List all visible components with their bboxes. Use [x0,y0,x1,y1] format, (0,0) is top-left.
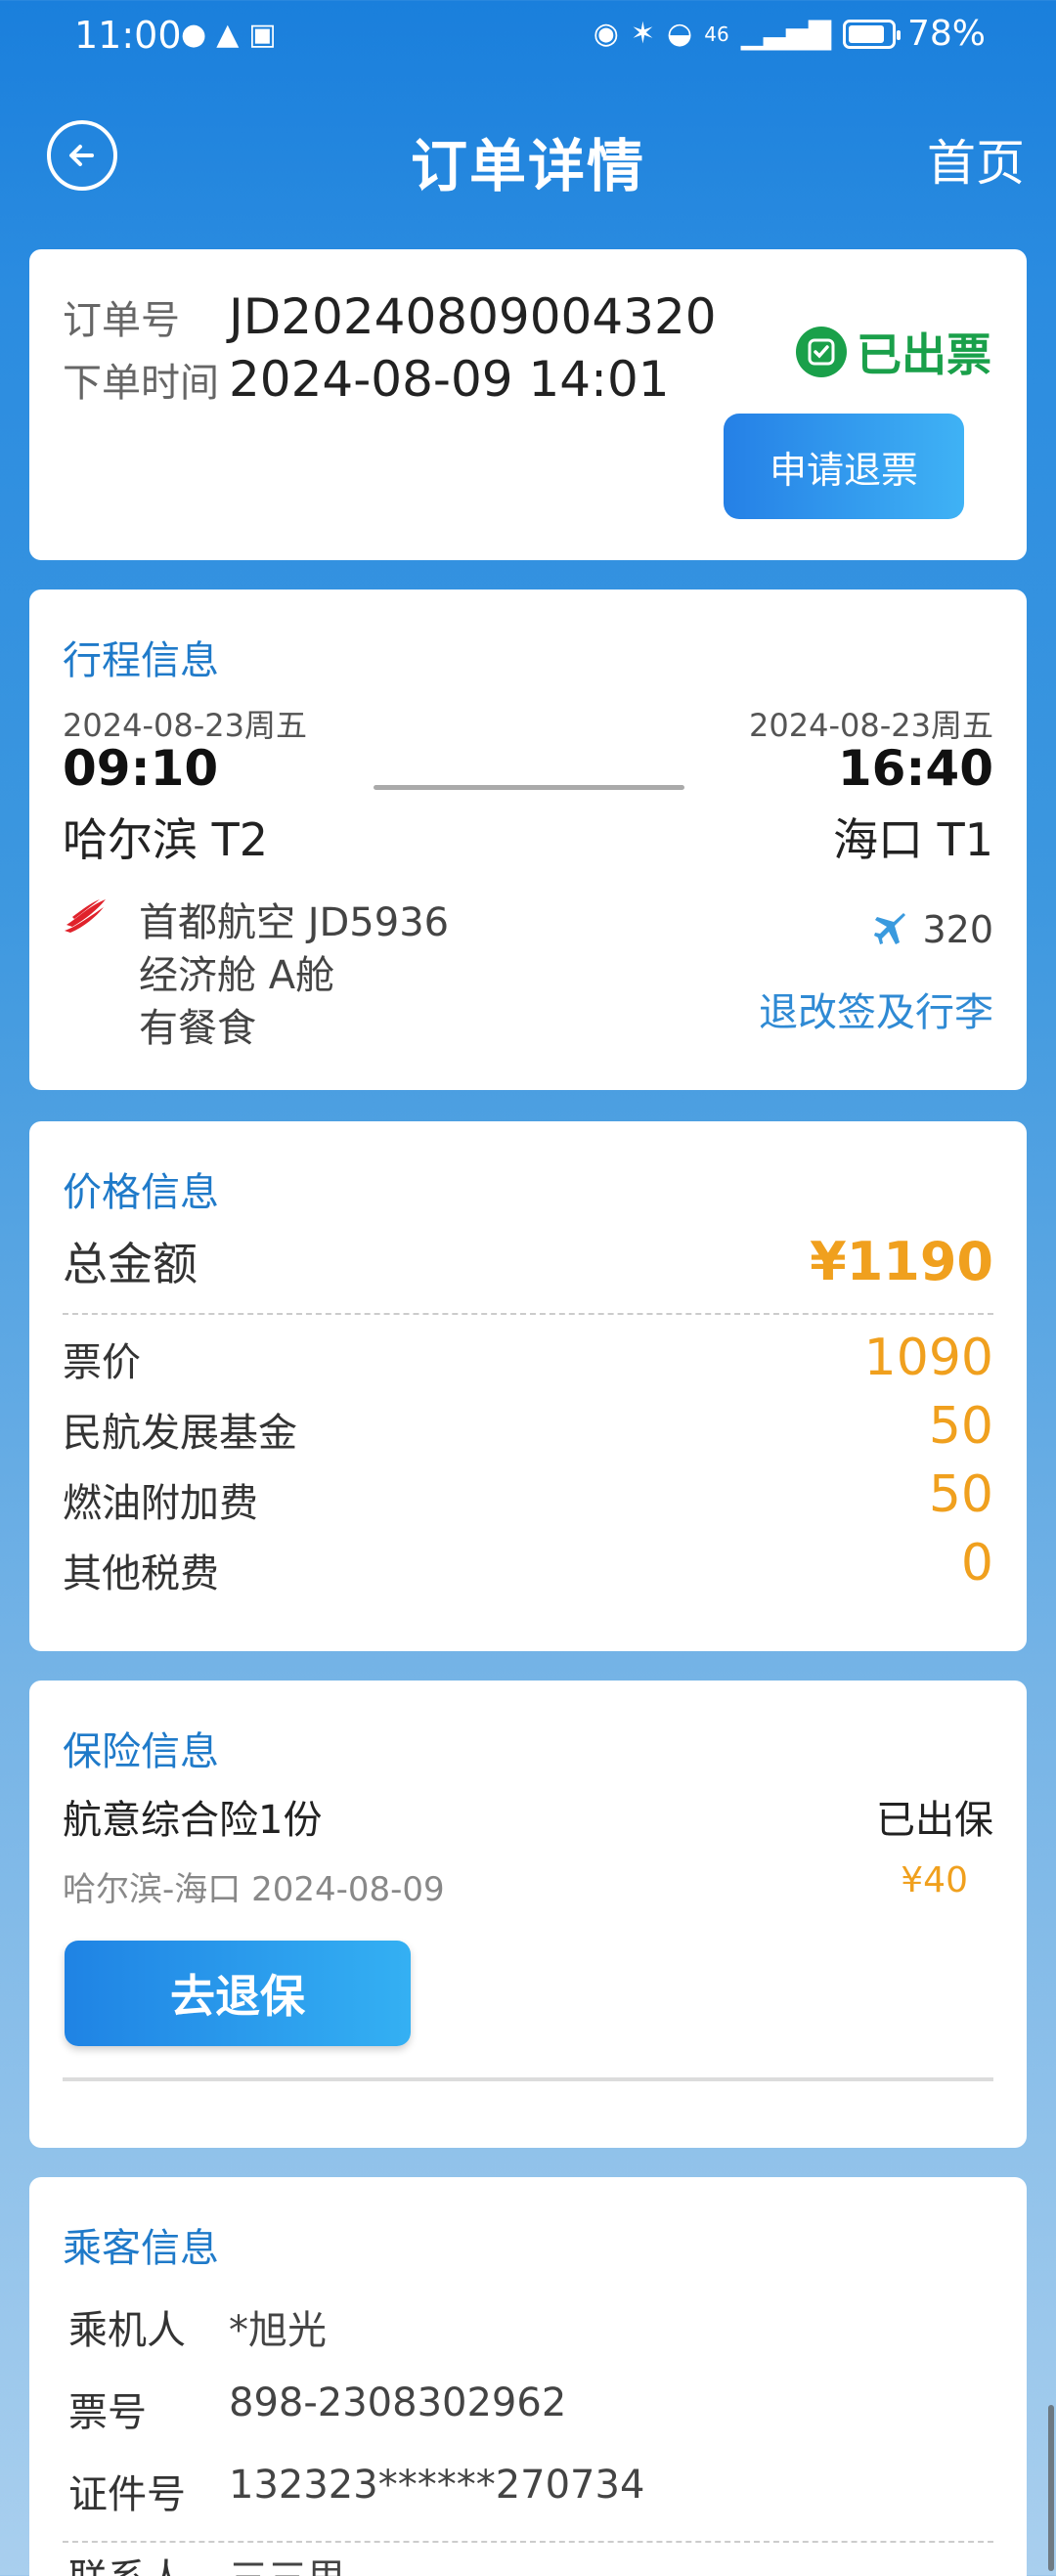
aircraft-type: 320 [873,908,993,951]
bluetooth-icon: ✶ [630,16,656,51]
price-item-value: 50 [928,1465,993,1524]
status-bar: 11:00 ● ▲ ▣ ◉ ✶ ◒ 46 ▁▃▅▇ 78% [0,0,1056,73]
wifi-icon: ◒ [667,16,693,51]
price-item-label: 民航发展基金 [63,1411,297,1456]
status-badge: 已出票 [857,328,991,381]
departure-time: 09:10 [63,740,219,797]
insurance-title: 保险信息 [63,1729,219,1774]
arrival-time: 16:40 [837,740,993,797]
order-card: 订单号 JD20240809004320 下单时间 2024-08-09 14:… [29,249,1027,560]
passenger-name: *旭光 [229,2308,327,2353]
meal-info: 有餐食 [139,1006,256,1051]
order-status: 已出票 [796,320,991,384]
cabin-class: 经济舱 A舱 [139,953,335,998]
scrollbar[interactable] [1048,2405,1054,2571]
message-icon: ● [181,18,207,52]
price-item-label: 其他税费 [63,1551,219,1596]
contact-label: 联系人 [68,2547,186,2576]
order-number-label: 订单号 [63,298,180,343]
price-item-value: 50 [928,1397,993,1456]
insurance-card: 保险信息 航意综合险1份 已出保 哈尔滨-海口 2024-08-09 ¥40 去… [29,1681,1027,2148]
check-ticket-icon [796,327,847,377]
price-card: 价格信息 总金额 ¥1190 票价 1090 民航发展基金 50 燃油附加费 5… [29,1121,1027,1651]
price-item-label: 票价 [63,1340,141,1385]
refund-change-baggage-link[interactable]: 退改签及行李 [759,981,993,1037]
id-number: 132323******270734 [229,2463,645,2508]
page-title: 订单详情 [410,133,645,199]
notification-icons: ● ▲ ▣ [181,18,277,53]
price-item-value: 0 [960,1534,993,1593]
passenger-card: 乘客信息 乘机人 *旭光 票号 898-2308302962 证件号 13232… [29,2177,1027,2576]
signal-icon: ▁▃▅▇ [740,16,831,51]
order-time-label: 下单时间 [63,361,219,406]
price-item-label: 燃油附加费 [63,1481,258,1526]
insurance-name: 航意综合险1份 [63,1798,323,1843]
route-line [374,785,684,790]
apply-refund-button[interactable]: 申请退票 [724,414,964,519]
total-amount: ¥1190 [810,1231,993,1292]
order-number-row: 订单号 JD20240809004320 [63,288,717,345]
insurance-divider [63,2077,993,2081]
order-time: 2024-08-09 14:01 [229,351,670,408]
passenger-label: 乘机人 [68,2308,186,2353]
aircraft-model: 320 [922,908,993,951]
nav-bar: 订单详情 首页 [0,73,1056,235]
airline-logo-icon [65,899,106,933]
network-icon: 46 [704,22,729,46]
airline-flight: 首都航空 JD5936 [139,900,450,945]
price-divider [63,1313,993,1315]
passenger-title: 乘客信息 [63,2226,219,2271]
cancel-insurance-button[interactable]: 去退保 [65,1941,411,2046]
home-link[interactable]: 首页 [927,124,1025,195]
battery-icon [842,19,901,49]
id-number-label: 证件号 [68,2472,186,2517]
total-label: 总金额 [63,1238,198,1290]
app-icon: ▣ [248,18,277,52]
passenger-divider [63,2541,993,2543]
insurance-price: ¥40 [901,1860,968,1900]
insurance-route: 哈尔滨-海口 2024-08-09 [63,1870,445,1909]
price-title: 价格信息 [63,1170,219,1215]
itinerary-title: 行程信息 [63,638,219,683]
battery-percent: 78% [906,14,986,54]
insurance-status: 已出保 [876,1798,993,1843]
airplane-icon [874,913,906,944]
ticket-number-label: 票号 [68,2390,147,2435]
price-item-value: 1090 [863,1329,993,1387]
contact-name: 三三思 [229,2547,346,2576]
eye-icon: ◉ [593,16,619,51]
system-icons: ◉ ✶ ◒ 46 ▁▃▅▇ 78% [594,14,986,54]
itinerary-card: 行程信息 2024-08-23周五 2024-08-23周五 09:10 16:… [29,589,1027,1090]
departure-airport: 哈尔滨 T2 [63,813,268,866]
ticket-number: 898-2308302962 [229,2380,567,2425]
qq-icon: ▲ [216,18,240,52]
order-time-row: 下单时间 2024-08-09 14:01 [63,351,670,408]
order-number: JD20240809004320 [229,288,717,345]
arrival-airport: 海口 T1 [833,813,993,866]
status-time: 11:00 [74,14,182,57]
